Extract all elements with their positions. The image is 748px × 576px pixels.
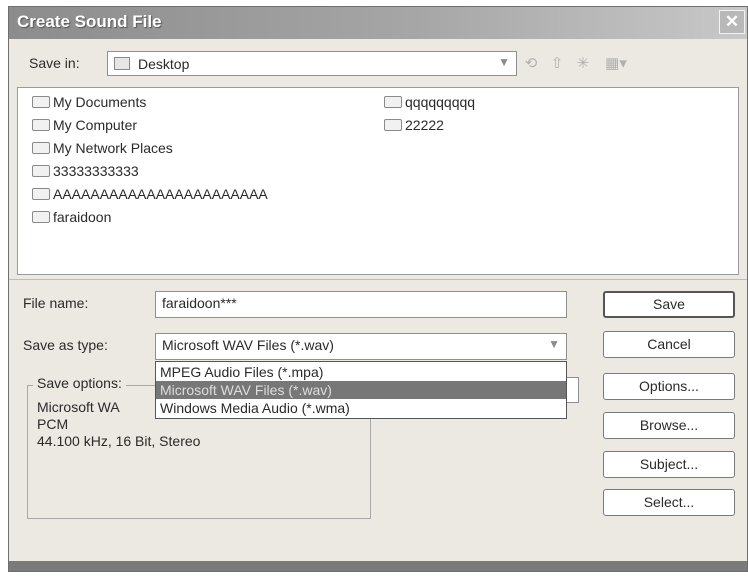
dropdown-option[interactable]: Windows Media Audio (*.wma) [156,399,566,417]
chevron-down-icon[interactable]: ▼ [498,55,510,69]
folder-icon [384,119,402,131]
subject-button[interactable]: Subject... [603,451,735,478]
back-icon[interactable]: ⟲ [521,54,541,74]
close-icon[interactable]: ✕ [719,10,745,34]
folder-icon [32,165,50,177]
save-options-quality: 44.100 kHz, 16 Bit, Stereo [37,433,201,449]
select-button[interactable]: Select... [603,489,735,516]
file-name-input[interactable]: faraidoon*** [155,291,567,318]
view-menu-icon[interactable]: ▦▾ [601,54,631,74]
dialog-title: Create Sound File [17,12,162,31]
save-options-label: Save options: [33,375,126,391]
desktop-folder-icon [114,57,130,70]
list-item[interactable]: faraidoon [32,207,111,227]
status-bar [9,561,747,571]
dropdown-option[interactable]: MPEG Audio Files (*.mpa) [156,363,566,381]
folder-icon [32,96,50,108]
title-bar[interactable]: Create Sound File ✕ [9,7,747,39]
list-item[interactable]: 22222 [384,115,444,135]
save-in-label: Save in: [29,55,80,71]
save-as-type-label: Save as type: [23,337,108,353]
chevron-down-icon[interactable]: ▼ [548,337,560,351]
create-sound-file-dialog: Create Sound File ✕ Save in: Desktop ▼ ⟲… [8,6,748,572]
folder-icon [32,188,50,200]
folder-icon [32,211,50,223]
list-item[interactable]: 33333333333 [32,161,139,181]
dropdown-option-selected[interactable]: Microsoft WAV Files (*.wav) [156,381,566,399]
list-item[interactable]: qqqqqqqqq [384,92,475,112]
list-item[interactable]: My Documents [32,92,146,112]
list-item[interactable]: My Network Places [32,138,173,158]
up-folder-icon[interactable]: ⇧ [547,54,567,74]
save-as-type-combo[interactable]: Microsoft WAV Files (*.wav) ▼ [155,333,567,360]
save-as-type-dropdown[interactable]: MPEG Audio Files (*.mpa) Microsoft WAV F… [155,361,567,419]
network-icon [32,142,50,154]
file-name-value: faraidoon*** [162,295,237,311]
browse-button[interactable]: Browse... [603,412,735,439]
save-button[interactable]: Save [603,291,735,318]
save-options-format: Microsoft WA [37,399,120,415]
save-as-type-value: Microsoft WAV Files (*.wav) [162,337,334,353]
computer-icon [32,119,50,131]
new-folder-icon[interactable]: ✳ [573,54,593,74]
divider [9,279,747,280]
cancel-button[interactable]: Cancel [603,331,735,358]
list-item[interactable]: My Computer [32,115,137,135]
save-options-codec: PCM [37,416,69,432]
options-button[interactable]: Options... [603,373,735,400]
file-list[interactable]: My Documents My Computer My Network Plac… [17,87,739,275]
file-name-label: File name: [23,295,89,311]
save-in-combo[interactable]: Desktop ▼ [107,51,517,76]
list-item[interactable]: AAAAAAAAAAAAAAAAAAAAAAA [32,184,268,204]
folder-icon [384,96,402,108]
save-in-value: Desktop [138,56,190,72]
